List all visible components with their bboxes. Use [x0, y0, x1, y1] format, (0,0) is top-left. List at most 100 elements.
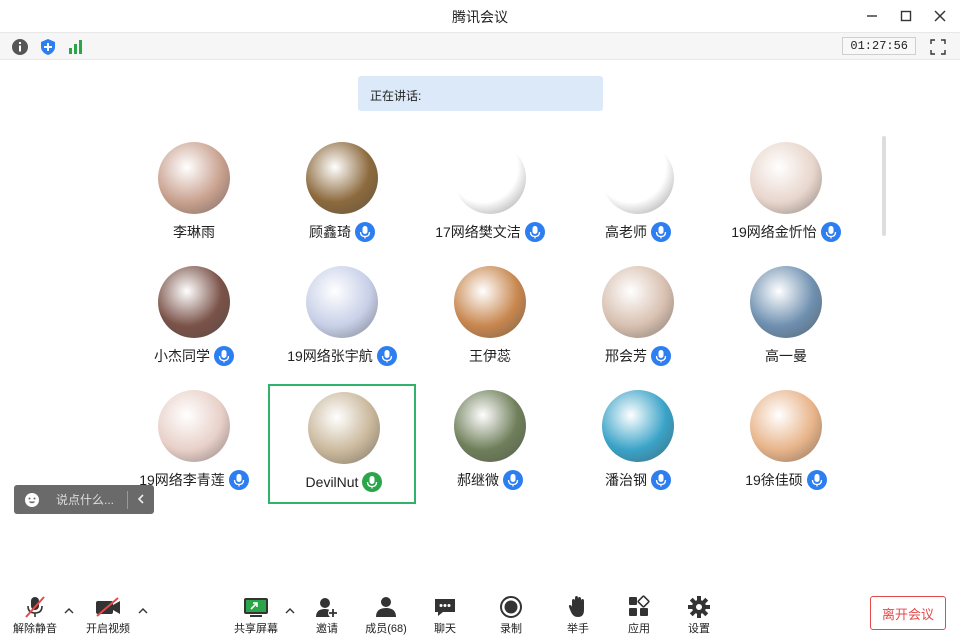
- settings-button[interactable]: 设置: [671, 594, 727, 640]
- share-options-caret[interactable]: [285, 606, 295, 618]
- participant-tile[interactable]: 高老师: [564, 136, 712, 256]
- avatar: [306, 142, 378, 214]
- meeting-toolbar: 01:27:56: [0, 32, 960, 60]
- avatar: [308, 392, 380, 464]
- record-icon: [500, 596, 522, 618]
- share-screen-button[interactable]: 共享屏幕: [228, 594, 284, 640]
- start-video-button[interactable]: 开启视频: [80, 594, 136, 640]
- mic-icon: [376, 346, 397, 366]
- participant-name-row: 郝继微: [416, 470, 564, 490]
- avatar: [750, 266, 822, 338]
- participant-tile[interactable]: 李琳雨: [120, 136, 268, 256]
- avatar: [602, 142, 674, 214]
- participant-tile[interactable]: 19网络张宇航: [268, 260, 416, 380]
- unmute-label: 解除静音: [13, 623, 57, 635]
- minimize-icon: [867, 15, 877, 17]
- chevron-up-icon: [64, 608, 74, 614]
- avatar: [454, 266, 526, 338]
- video-options-caret[interactable]: [138, 606, 148, 618]
- security-button[interactable]: [38, 37, 58, 57]
- participant-name: 顾鑫琦: [309, 224, 351, 240]
- participant-name: 小杰同学: [154, 348, 210, 364]
- mic-icon: [524, 222, 545, 242]
- maximize-button[interactable]: [894, 6, 918, 26]
- collapse-chat-button[interactable]: [128, 492, 154, 507]
- avatar: [158, 266, 230, 338]
- participant-name-row: 19网络金忻怡: [712, 222, 860, 242]
- apps-button[interactable]: 应用: [611, 594, 667, 640]
- audio-options-caret[interactable]: [64, 606, 74, 618]
- record-button[interactable]: 录制: [483, 594, 539, 640]
- avatar: [158, 390, 230, 462]
- raise-hand-icon: [568, 596, 584, 617]
- window-controls: [860, 6, 952, 26]
- mic-icon: [228, 470, 249, 490]
- participant-name-row: 19网络张宇航: [268, 346, 416, 366]
- avatar: [306, 266, 378, 338]
- participant-tile[interactable]: DevilNut: [268, 384, 416, 504]
- scrollbar[interactable]: [882, 136, 886, 236]
- participant-name: 王伊蕊: [469, 348, 511, 364]
- participant-name-row: 高一曼: [712, 346, 860, 366]
- settings-label: 设置: [688, 623, 710, 635]
- avatar: [750, 390, 822, 462]
- participant-tile[interactable]: 19徐佳硕: [712, 384, 860, 504]
- participant-tile[interactable]: 19网络金忻怡: [712, 136, 860, 256]
- mic-icon: [820, 222, 841, 242]
- record-label: 录制: [500, 623, 522, 635]
- minimize-button[interactable]: [860, 6, 884, 26]
- video-off-icon: [96, 597, 120, 617]
- mic-icon: [651, 222, 671, 242]
- chat-placeholder[interactable]: 说点什么...: [56, 491, 127, 508]
- chevron-up-icon: [138, 608, 148, 614]
- fullscreen-button[interactable]: [928, 37, 948, 57]
- raise-hand-label: 举手: [567, 623, 589, 635]
- leave-meeting-button[interactable]: 离开会议: [870, 596, 946, 630]
- mic-icon: [806, 470, 827, 490]
- avatar: [602, 266, 674, 338]
- apps-icon: [629, 595, 650, 616]
- invite-label: 邀请: [316, 623, 338, 635]
- participant-name-row: 高老师: [564, 222, 712, 242]
- share-screen-label: 共享屏幕: [234, 623, 278, 635]
- participant-name: 郝继微: [457, 472, 499, 488]
- participant-name-row: 潘治钢: [564, 470, 712, 490]
- close-button[interactable]: [928, 6, 952, 26]
- participant-tile[interactable]: 小杰同学: [120, 260, 268, 380]
- participant-name: 19网络张宇航: [287, 348, 373, 364]
- shield-icon: [41, 39, 55, 55]
- participant-tile[interactable]: 邢会芳: [564, 260, 712, 380]
- avatar: [454, 390, 526, 462]
- members-label: 成员(68): [365, 623, 407, 635]
- participant-name-row: 李琳雨: [120, 222, 268, 242]
- meeting-info-button[interactable]: [10, 37, 30, 57]
- participant-tile[interactable]: 顾鑫琦: [268, 136, 416, 256]
- network-signal-button[interactable]: [66, 37, 86, 57]
- participant-name-row: 17网络樊文洁: [416, 222, 564, 242]
- raise-hand-button[interactable]: 举手: [550, 594, 606, 640]
- participant-tile[interactable]: 高一曼: [712, 260, 860, 380]
- participant-name: 19徐佳硕: [745, 472, 803, 488]
- participant-name-row: DevilNut: [270, 472, 418, 492]
- unmute-button[interactable]: 解除静音: [7, 594, 63, 640]
- participant-name-row: 小杰同学: [120, 346, 268, 366]
- mic-icon: [651, 470, 671, 490]
- participant-tile[interactable]: 郝继微: [416, 384, 564, 504]
- gear-icon: [688, 596, 710, 618]
- title-bar: 腾讯会议: [0, 0, 960, 32]
- participant-tile[interactable]: 潘治钢: [564, 384, 712, 504]
- add-user-icon: [316, 598, 338, 618]
- chat-input-box[interactable]: 说点什么...: [14, 485, 154, 514]
- participant-name: 19网络金忻怡: [731, 224, 817, 240]
- share-screen-icon: [244, 598, 268, 617]
- emoji-icon[interactable]: [20, 488, 44, 512]
- chat-button[interactable]: 聊天: [417, 594, 473, 640]
- members-icon: [376, 597, 396, 617]
- members-button[interactable]: 成员(68): [358, 594, 414, 640]
- invite-button[interactable]: 邀请: [299, 594, 355, 640]
- participant-tile[interactable]: 王伊蕊: [416, 260, 564, 380]
- avatar: [750, 142, 822, 214]
- apps-label: 应用: [628, 623, 650, 635]
- participant-tile[interactable]: 17网络樊文洁: [416, 136, 564, 256]
- start-video-label: 开启视频: [86, 623, 130, 635]
